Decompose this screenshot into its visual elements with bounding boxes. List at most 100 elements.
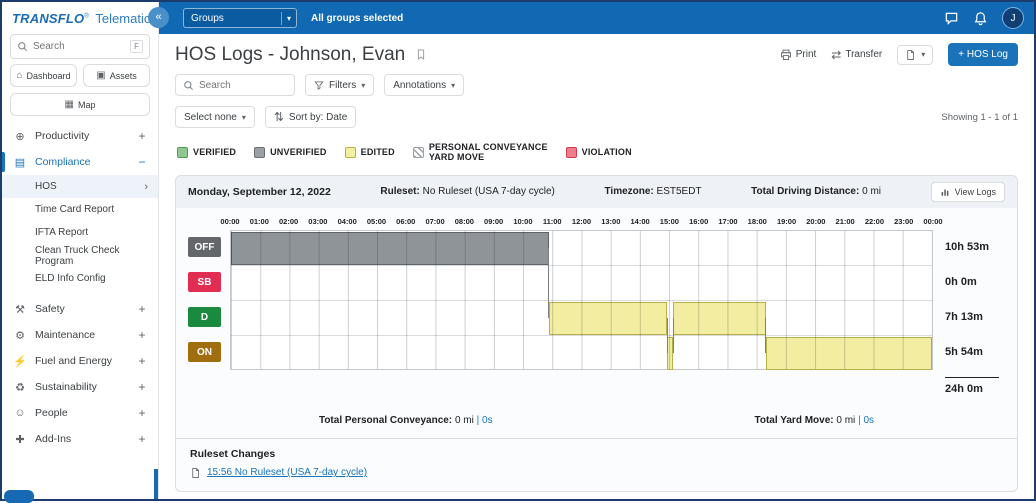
bookmark-icon <box>415 48 427 61</box>
expand-icon[interactable]: + <box>136 129 148 143</box>
sidebar-item-compliance[interactable]: ▤ Compliance − <box>2 149 158 175</box>
sidebar: TRANSFLO® Telematics F ⌂ Dashboard ▣ Ass… <box>2 2 159 499</box>
hour-label: 21:00 <box>836 217 855 226</box>
filters-button[interactable]: Filters ▾ <box>305 74 374 96</box>
sidebar-nav: ⊕ Productivity + ▤ Compliance − HOS › Ti… <box>2 123 158 452</box>
legend-edited: EDITED <box>345 147 395 158</box>
sustainability-icon: ♻ <box>12 381 28 394</box>
search-icon <box>183 80 194 91</box>
expand-icon[interactable]: + <box>136 328 148 342</box>
people-icon: ☺ <box>12 407 28 419</box>
sidebar-item-fuel-and-energy[interactable]: ⚡ Fuel and Energy + <box>2 348 158 374</box>
collapse-section-icon[interactable]: − <box>136 155 148 169</box>
dashboard-icon: ⌂ <box>16 71 22 81</box>
caret-down-icon: ▾ <box>242 113 246 122</box>
transfer-button[interactable]: ⇄ Transfer <box>831 49 882 61</box>
compliance-icon: ▤ <box>12 156 28 169</box>
row-total-off: 10h 53m <box>945 230 1005 265</box>
hos-grid <box>230 230 933 370</box>
hour-label: 06:00 <box>396 217 415 226</box>
export-button[interactable]: ▾ <box>897 45 933 65</box>
filter-icon <box>314 80 324 90</box>
groups-dropdown[interactable]: Groups ▾ <box>183 8 297 28</box>
document-icon <box>190 467 201 479</box>
expand-icon[interactable]: + <box>136 406 148 420</box>
row-badge-off: OFF <box>188 237 221 257</box>
hos-log-card: Monday, September 12, 2022 Ruleset: No R… <box>175 175 1018 492</box>
add-ins-icon: ✚ <box>12 433 28 446</box>
hos-segment-d[interactable] <box>673 302 766 335</box>
hos-segment-off[interactable] <box>231 232 549 265</box>
caret-down-icon: ▾ <box>451 81 455 90</box>
sidebar-item-productivity[interactable]: ⊕ Productivity + <box>2 123 158 149</box>
view-logs-button[interactable]: View Logs <box>931 182 1005 202</box>
sidebar-item-ifta-report[interactable]: IFTA Report <box>2 221 158 244</box>
registered-mark: ® <box>84 14 88 20</box>
status-legend: VERIFIED UNVERIFIED EDITED PERSONAL CONV… <box>159 130 1034 169</box>
sidebar-search[interactable]: F <box>10 34 150 59</box>
sidebar-item-safety[interactable]: ⚒ Safety + <box>2 296 158 322</box>
hour-label: 00:00 <box>923 217 942 226</box>
hour-label: 05:00 <box>367 217 386 226</box>
caret-down-icon: ▾ <box>921 50 925 59</box>
sort-button[interactable]: ⇅ Sort by: Date <box>265 106 356 128</box>
sidebar-search-input[interactable] <box>33 41 125 52</box>
sidebar-item-hos[interactable]: HOS › <box>2 175 158 198</box>
verified-swatch <box>177 147 188 158</box>
sidebar-item-eld-info-config[interactable]: ELD Info Config <box>2 267 158 290</box>
bell-icon <box>973 11 988 26</box>
assets-button[interactable]: ▣ Assets <box>83 64 150 87</box>
add-hos-log-button[interactable]: + HOS Log <box>948 43 1018 66</box>
sidebar-item-sustainability[interactable]: ♻ Sustainability + <box>2 374 158 400</box>
sidebar-collapse-button[interactable]: « <box>148 7 169 28</box>
hour-label: 10:00 <box>513 217 532 226</box>
row-total-d: 7h 13m <box>945 300 1005 335</box>
row-badge-d: D <box>188 307 221 327</box>
hour-label: 14:00 <box>630 217 649 226</box>
chevron-right-icon: › <box>144 181 148 193</box>
notifications-button[interactable] <box>973 11 988 26</box>
annotations-button[interactable]: Annotations ▾ <box>384 74 464 96</box>
expand-icon[interactable]: + <box>136 432 148 446</box>
logs-search-input[interactable] <box>199 80 287 91</box>
driving-distance-info: Total Driving Distance: 0 mi <box>751 186 881 197</box>
hour-label: 07:00 <box>425 217 444 226</box>
logs-search[interactable] <box>175 74 295 96</box>
chat-button[interactable] <box>944 11 959 26</box>
sidebar-item-maintenance[interactable]: ⚙ Maintenance + <box>2 322 158 348</box>
hos-segment-on[interactable] <box>766 337 932 370</box>
sidebar-item-people[interactable]: ☺ People + <box>2 400 158 426</box>
dashboard-button[interactable]: ⌂ Dashboard <box>10 64 77 87</box>
hour-label: 17:00 <box>718 217 737 226</box>
transfer-icon: ⇄ <box>831 49 841 61</box>
map-button[interactable]: ▦ Map <box>10 93 150 116</box>
sidebar-item-time-card-report[interactable]: Time Card Report <box>2 198 158 221</box>
expand-icon[interactable]: + <box>136 354 148 368</box>
groups-selection-text: All groups selected <box>311 13 403 24</box>
user-avatar[interactable]: J <box>1002 7 1024 29</box>
hos-step-connector <box>765 318 766 353</box>
print-button[interactable]: Print <box>780 49 817 61</box>
legend-violation: VIOLATION <box>566 147 632 158</box>
safety-icon: ⚒ <box>12 303 28 316</box>
caret-down-icon: ▾ <box>361 81 365 90</box>
caret-down-icon: ▾ <box>281 12 296 25</box>
floating-button-partial[interactable] <box>4 490 34 503</box>
personal-conveyance-total: Total Personal Conveyance: 0 mi | 0s <box>319 415 493 426</box>
brand-logo: TRANSFLO® Telematics <box>2 2 158 31</box>
hos-step-connector <box>673 318 674 353</box>
expand-icon[interactable]: + <box>136 380 148 394</box>
sidebar-item-clean-truck-check[interactable]: Clean Truck Check Program <box>2 244 158 267</box>
hour-label: 20:00 <box>806 217 825 226</box>
hour-label: 04:00 <box>338 217 357 226</box>
expand-icon[interactable]: + <box>136 302 148 316</box>
select-dropdown[interactable]: Select none ▾ <box>175 106 255 128</box>
row-badge-sb: SB <box>188 272 221 292</box>
sidebar-item-add-ins[interactable]: ✚ Add-Ins + <box>2 426 158 452</box>
ruleset-change-link[interactable]: 15:56 No Ruleset (USA 7-day cycle) <box>207 467 367 478</box>
hos-segment-d[interactable] <box>549 302 667 335</box>
bookmark-button[interactable] <box>415 48 427 61</box>
hour-label: 09:00 <box>484 217 503 226</box>
sidebar-scrollbar-thumb[interactable] <box>154 469 158 499</box>
row-badge-on: ON <box>188 342 221 362</box>
